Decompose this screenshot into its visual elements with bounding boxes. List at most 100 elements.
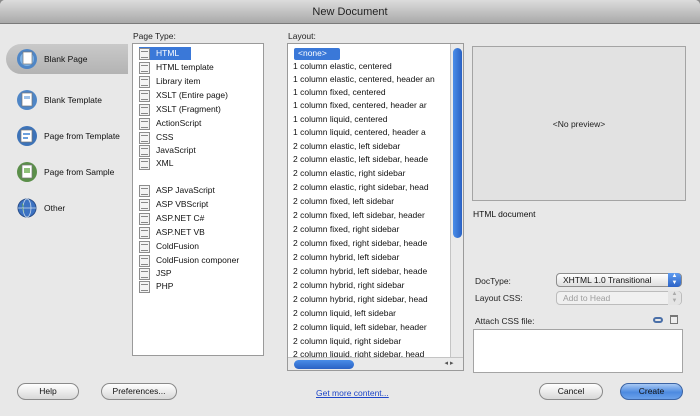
- page-type-item[interactable]: ASP.NET C#: [139, 212, 204, 225]
- layout-item[interactable]: 2 column elastic, right sidebar: [293, 167, 443, 180]
- layout-css-label: Layout CSS:: [475, 293, 523, 303]
- layout-item[interactable]: 1 column elastic, centered, header an: [293, 73, 443, 86]
- get-more-content-link[interactable]: Get more content...: [316, 388, 389, 398]
- document-icon: [139, 89, 150, 102]
- page-type-item[interactable]: HTML template: [139, 61, 214, 74]
- page-type-item[interactable]: JavaScript: [139, 144, 196, 157]
- category-list: Blank Page Blank Template Page from Temp…: [6, 44, 128, 244]
- document-icon: [139, 198, 150, 211]
- globe-icon: [16, 197, 38, 219]
- doctype-value: XHTML 1.0 Transitional: [563, 275, 652, 285]
- page-type-label: Page Type:: [133, 31, 176, 41]
- page-type-item[interactable]: ASP.NET VB: [139, 226, 205, 239]
- document-icon: [139, 157, 150, 170]
- page-type-item[interactable]: ColdFusion: [139, 240, 199, 253]
- page-type-list[interactable]: HTML HTML template Library item XSLT (En…: [132, 43, 264, 356]
- page-type-item[interactable]: ColdFusion componer: [139, 254, 239, 267]
- layout-item[interactable]: 1 column liquid, centered, header a: [293, 126, 443, 139]
- category-blank-page[interactable]: Blank Page: [6, 44, 128, 74]
- create-button[interactable]: Create: [620, 383, 683, 400]
- preview-pane: <No preview>: [472, 46, 686, 201]
- document-icon: [139, 254, 150, 267]
- window-title: New Document: [312, 6, 388, 18]
- layout-item[interactable]: 2 column elastic, left sidebar, heade: [293, 153, 443, 166]
- document-icon: [139, 226, 150, 239]
- attach-css-list[interactable]: [473, 329, 683, 373]
- document-icon: [139, 131, 150, 144]
- layout-list[interactable]: <none> 1 column elastic, centered 1 colu…: [287, 43, 464, 371]
- new-document-dialog: New Document Blank Page Blank Template P…: [0, 0, 700, 416]
- doctype-select[interactable]: XHTML 1.0 Transitional ▲ ▼: [556, 273, 682, 287]
- document-icon: [139, 61, 150, 74]
- page-type-item[interactable]: ASP JavaScript: [139, 184, 215, 197]
- page-type-item[interactable]: ASP VBScript: [139, 198, 208, 211]
- blank-template-icon: [16, 89, 38, 111]
- cancel-button[interactable]: Cancel: [539, 383, 603, 400]
- category-other[interactable]: Other: [6, 193, 128, 223]
- category-label: Page from Template: [44, 131, 120, 141]
- page-type-item[interactable]: XML: [139, 157, 173, 170]
- layout-item[interactable]: 1 column fixed, centered: [293, 86, 443, 99]
- trash-icon[interactable]: [670, 315, 678, 324]
- document-icon: [139, 267, 150, 280]
- layout-item[interactable]: 2 column fixed, right sidebar: [293, 223, 443, 236]
- document-description: HTML document: [473, 209, 536, 219]
- layout-item[interactable]: 2 column liquid, left sidebar, header: [293, 321, 443, 334]
- page-type-item[interactable]: XSLT (Fragment): [139, 103, 221, 116]
- document-icon: [139, 144, 150, 157]
- preferences-button[interactable]: Preferences...: [101, 383, 177, 400]
- document-icon: [139, 240, 150, 253]
- page-type-item[interactable]: JSP: [139, 267, 172, 280]
- page-type-item[interactable]: PHP: [139, 280, 173, 293]
- page-type-item[interactable]: Library item: [139, 75, 200, 88]
- category-label: Blank Page: [44, 54, 88, 64]
- document-icon: [139, 103, 150, 116]
- document-icon: [139, 47, 150, 60]
- blank-page-icon: [16, 48, 38, 70]
- category-label: Other: [44, 203, 66, 213]
- document-icon: [139, 212, 150, 225]
- layout-item-none[interactable]: <none>: [298, 47, 448, 60]
- layout-item[interactable]: 2 column liquid, right sidebar: [293, 335, 443, 348]
- title-bar: New Document: [0, 0, 700, 24]
- preview-text: <No preview>: [552, 118, 606, 129]
- page-type-item[interactable]: XSLT (Entire page): [139, 89, 228, 102]
- category-blank-template[interactable]: Blank Template: [6, 85, 128, 115]
- layout-css-select[interactable]: Add to Head ▲ ▼: [556, 291, 682, 305]
- page-type-item[interactable]: CSS: [139, 131, 173, 144]
- layout-horizontal-scroll-thumb[interactable]: [294, 360, 354, 369]
- link-icon[interactable]: [653, 317, 663, 323]
- layout-horizontal-scrollbar[interactable]: ◂ ▸: [288, 357, 463, 370]
- layout-item[interactable]: 1 column elastic, centered: [293, 60, 443, 73]
- layout-item[interactable]: 2 column hybrid, left sidebar: [293, 251, 443, 264]
- category-label: Blank Template: [44, 95, 102, 105]
- scroll-arrows-icon[interactable]: ◂ ▸: [435, 357, 463, 370]
- layout-item[interactable]: 2 column elastic, right sidebar, head: [293, 181, 443, 194]
- layout-item[interactable]: 2 column hybrid, right sidebar: [293, 279, 443, 292]
- layout-item[interactable]: 2 column hybrid, right sidebar, head: [293, 293, 443, 306]
- layout-item[interactable]: 2 column elastic, left sidebar: [293, 140, 443, 153]
- layout-vertical-scrollbar[interactable]: [450, 44, 463, 358]
- document-icon: [139, 184, 150, 197]
- layout-item[interactable]: 2 column fixed, left sidebar, header: [293, 209, 443, 222]
- layout-label: Layout:: [288, 31, 316, 41]
- category-page-from-sample[interactable]: Page from Sample: [6, 157, 128, 187]
- help-button[interactable]: Help: [17, 383, 79, 400]
- document-icon: [139, 75, 150, 88]
- page-type-item-html[interactable]: HTML: [139, 47, 191, 60]
- layout-item[interactable]: 1 column fixed, centered, header ar: [293, 99, 443, 112]
- category-page-from-template[interactable]: Page from Template: [6, 121, 128, 151]
- layout-item[interactable]: 2 column hybrid, left sidebar, heade: [293, 265, 443, 278]
- category-label: Page from Sample: [44, 167, 115, 177]
- doctype-label: DocType:: [475, 276, 511, 286]
- page-type-item[interactable]: ActionScript: [139, 117, 201, 130]
- layout-vertical-scroll-thumb[interactable]: [453, 48, 462, 238]
- document-icon: [139, 117, 150, 130]
- layout-item[interactable]: 2 column fixed, left sidebar: [293, 195, 443, 208]
- attach-css-label: Attach CSS file:: [475, 316, 535, 326]
- layout-item[interactable]: 2 column liquid, left sidebar: [293, 307, 443, 320]
- layout-css-value: Add to Head: [563, 293, 611, 303]
- page-from-template-icon: [16, 125, 38, 147]
- layout-item[interactable]: 1 column liquid, centered: [293, 113, 443, 126]
- layout-item[interactable]: 2 column fixed, right sidebar, heade: [293, 237, 443, 250]
